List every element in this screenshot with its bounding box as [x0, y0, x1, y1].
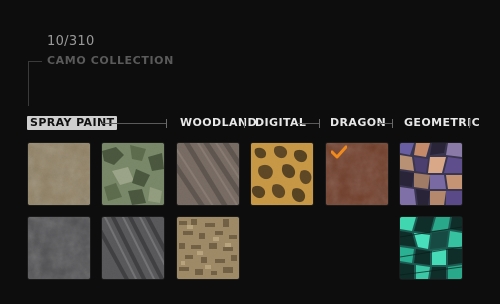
camo-tile-spray-tan[interactable]: [28, 143, 90, 205]
tab-divider-tick: [244, 119, 245, 128]
header-bracket: [28, 61, 29, 106]
camo-tile-digital-sand-stripes[interactable]: [177, 143, 239, 205]
camo-tile-dragon-leopard[interactable]: [251, 143, 313, 205]
equipped-check-icon: [331, 145, 347, 159]
tab-woodland[interactable]: WOODLAND: [180, 116, 257, 130]
camo-tile-woodland-green[interactable]: [102, 143, 164, 205]
camo-tile-spray-dark[interactable]: [28, 217, 90, 279]
tab-divider-line: [297, 123, 319, 124]
camo-tile-digital-desert[interactable]: [177, 217, 239, 279]
tab-divider-line: [377, 123, 392, 124]
unlock-counter: 10/310: [47, 34, 95, 49]
camo-screen: 10/310 CAMO COLLECTION SPRAY PAINT WOODL…: [0, 0, 500, 304]
page-title: CAMO COLLECTION: [47, 54, 174, 67]
tab-divider-tick: [469, 119, 470, 128]
tab-divider-tick: [319, 119, 320, 128]
camo-tile-dragon-rust[interactable]: [326, 143, 388, 205]
tab-divider-tick: [392, 119, 393, 128]
tab-divider-tick: [166, 119, 167, 128]
camo-tile-woodland-stripes[interactable]: [102, 217, 164, 279]
header-bracket-top: [28, 61, 42, 62]
camo-tile-geometric-teal[interactable]: [400, 217, 462, 279]
tab-divider-line: [101, 123, 166, 124]
camo-tile-geometric-shards[interactable]: [400, 143, 462, 205]
